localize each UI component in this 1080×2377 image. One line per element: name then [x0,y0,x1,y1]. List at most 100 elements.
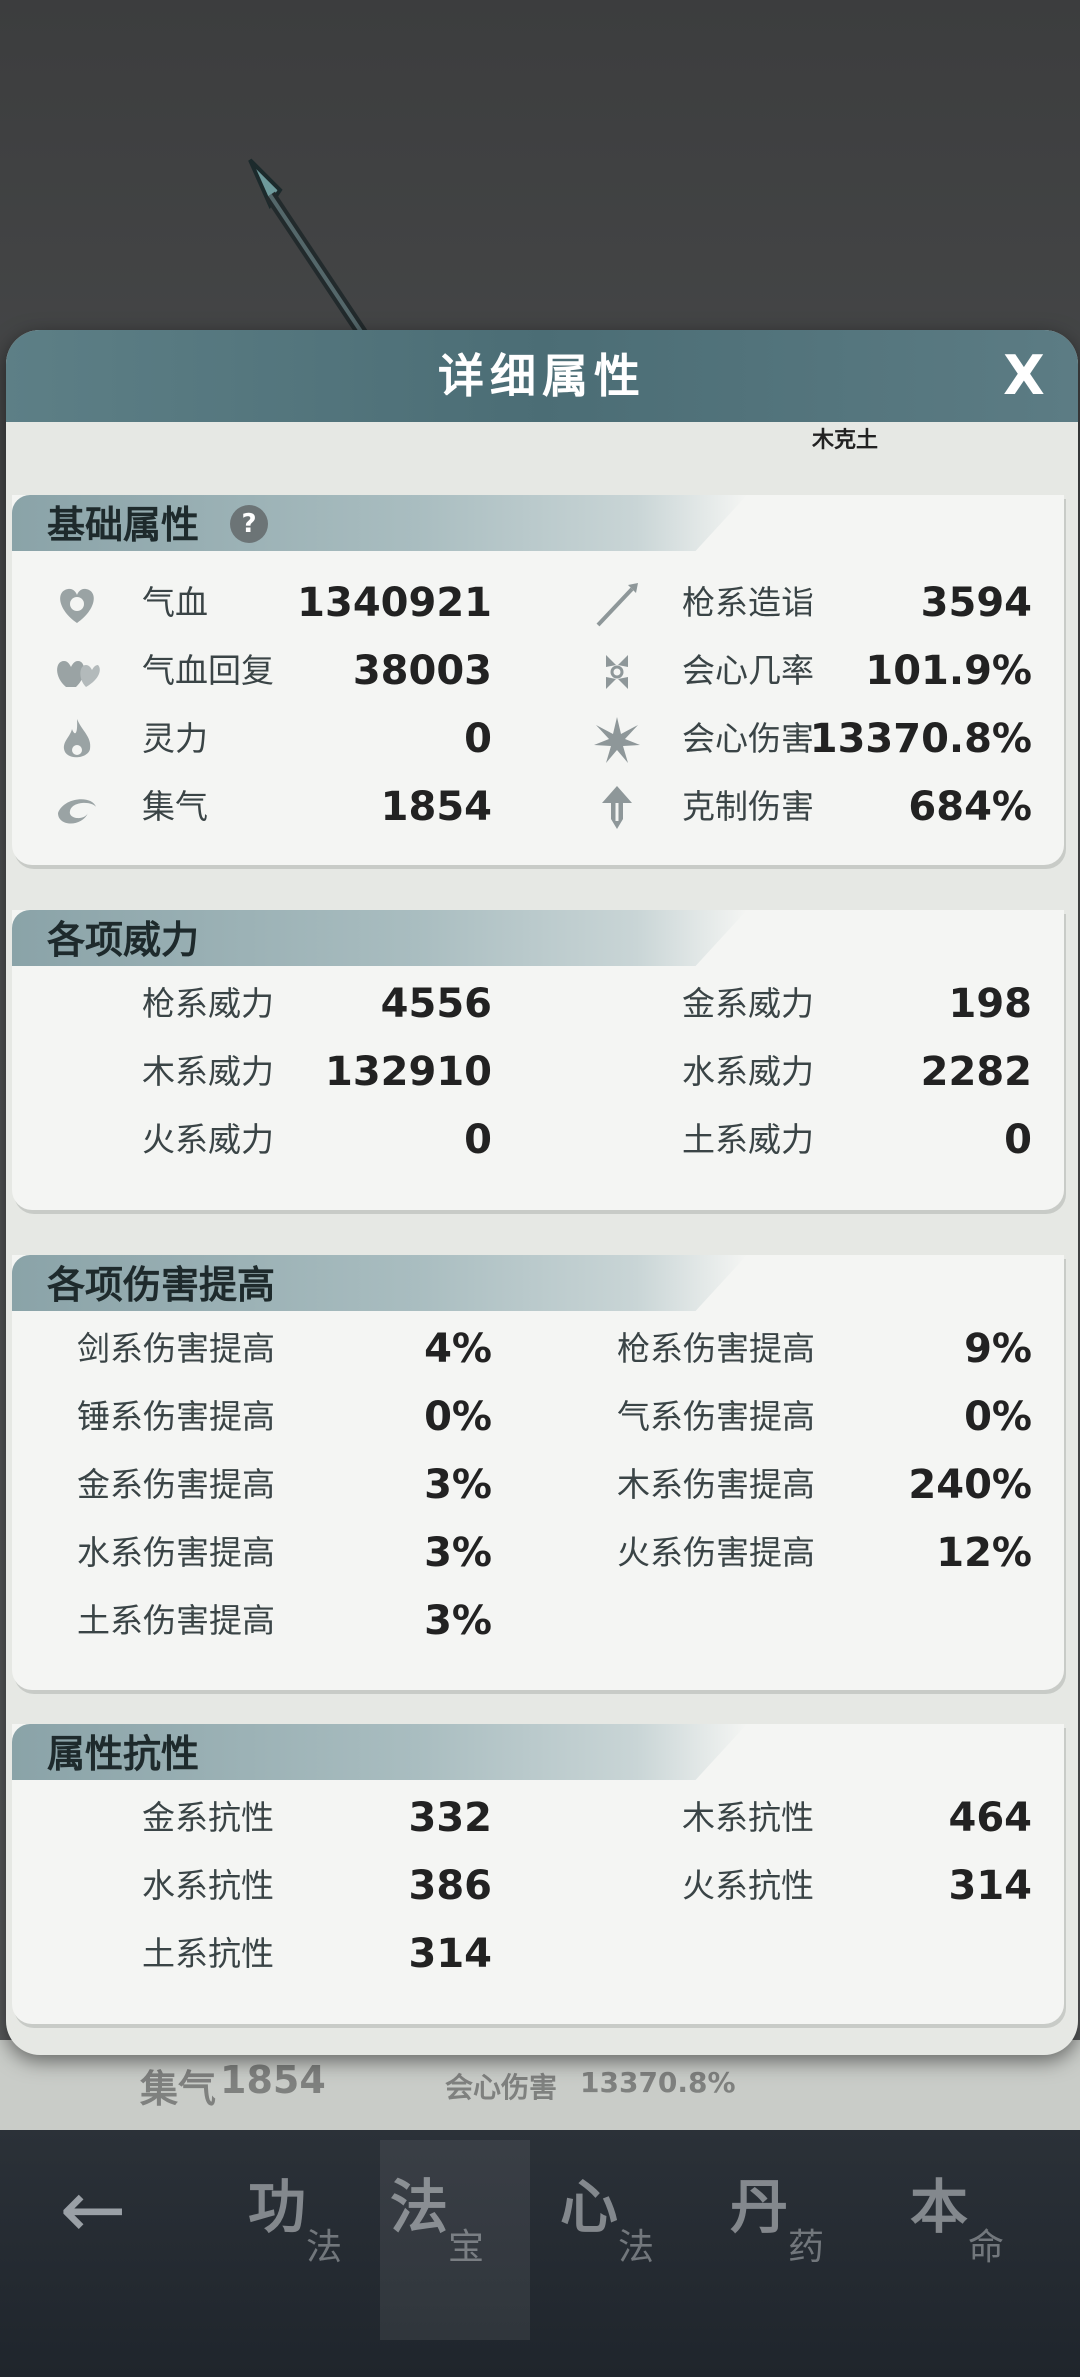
stat-row: 金系伤害提高 3% [12,1455,492,1515]
stat-row: 会心伤害 13370.8% [552,709,1032,769]
nav-tab-丹[interactable]: 丹药 [720,2140,870,2340]
stat-label: 水系伤害提高 [77,1533,275,1572]
nav-tab-sub-char: 法 [306,2227,343,2268]
stat-value: 240% [908,1462,1032,1508]
help-icon[interactable]: ? [230,505,268,543]
stat-row: 火系伤害提高 12% [552,1523,1032,1583]
stat-label: 枪系造诣 [682,583,814,622]
stat-value: 3594 [920,580,1032,626]
stat-value: 0% [964,1394,1032,1440]
stat-row: 火系抗性 314 [552,1856,1032,1916]
nav-tab-法[interactable]: 法宝 [380,2140,530,2340]
ghost-label: 集气 [140,2067,217,2111]
stat-label: 木系抗性 [682,1798,814,1837]
stat-row: 会心几率 101.9% [552,641,1032,701]
nav-tab-main-char: 心 [560,2173,619,2241]
stat-value: 2282 [920,1049,1032,1095]
stat-label: 木系伤害提高 [617,1465,815,1504]
stat-value: 3% [424,1598,492,1644]
stat-label: 火系伤害提高 [617,1533,815,1572]
stat-label: 土系抗性 [142,1934,274,1973]
heart-regen-icon [52,647,102,697]
stat-value: 38003 [352,648,492,694]
nav-tab-功[interactable]: 功法 [238,2140,388,2340]
stat-row: 金系威力 198 [552,974,1032,1034]
ghost-value: 1854 [220,2058,326,2102]
stat-value: 132910 [325,1049,492,1095]
stat-value: 198 [948,981,1033,1027]
stat-label: 土系威力 [682,1120,814,1159]
nav-tab-sub-char: 药 [788,2227,825,2268]
stat-value: 1854 [380,784,492,830]
stat-row: 枪系造诣 3594 [552,573,1032,633]
stat-row: 火系威力 0 [12,1110,492,1170]
stat-row: 水系抗性 386 [12,1856,492,1916]
back-arrow-icon[interactable]: ← [48,2165,138,2255]
section-resistance: 属性抗性 金系抗性 332 水系抗性 386 土系抗性 314 木系抗性 464 火系抗性 314 [12,1724,1064,2024]
stat-label: 金系伤害提高 [77,1465,275,1504]
stat-label: 气系伤害提高 [617,1397,815,1436]
stat-value: 314 [408,1931,493,1977]
stat-row: 木系抗性 464 [552,1788,1032,1848]
stat-label: 金系威力 [682,984,814,1023]
section-basic-attributes: 基础属性 ? 气血 1340921 气血回复 38003 灵力 0 集气 1854 枪系造诣 35… [12,495,1064,865]
stat-row: 木系威力 132910 [12,1042,492,1102]
stat-row: 土系伤害提高 3% [12,1591,492,1651]
flame-icon [52,715,102,765]
nav-tab-sub-char: 法 [618,2227,655,2268]
stat-label: 会心伤害 [682,719,814,758]
crit-rate-icon [592,647,642,697]
nav-tab-心[interactable]: 心法 [550,2140,700,2340]
stat-row: 土系威力 0 [552,1110,1032,1170]
stat-row: 集气 1854 [12,777,492,837]
stat-label: 水系威力 [682,1052,814,1091]
ghost-label-2: 会心伤害 [445,2071,558,2104]
nav-tab-本[interactable]: 本命 [900,2140,1050,2340]
spear-artwork [248,158,375,349]
stat-label: 气血回复 [142,651,274,690]
section-title: 属性抗性 [47,1732,200,1776]
counter-arrow-icon [592,783,642,833]
stat-row: 灵力 0 [12,709,492,769]
stat-row: 土系抗性 314 [12,1924,492,1984]
close-button[interactable]: X [990,342,1058,410]
stat-row: 气血回复 38003 [12,641,492,701]
counter-note: 木克土 [812,428,879,453]
section-title: 各项伤害提高 [47,1263,276,1307]
stat-row: 水系威力 2282 [552,1042,1032,1102]
section-title: 各项威力 [47,918,200,962]
stat-value: 1340921 [297,580,492,626]
stat-label: 水系抗性 [142,1866,274,1905]
stat-value: 314 [948,1863,1033,1909]
stat-label: 锤系伤害提高 [77,1397,275,1436]
stat-row: 锤系伤害提高 0% [12,1387,492,1447]
stat-value: 3% [424,1462,492,1508]
stat-value: 12% [936,1530,1032,1576]
stat-label: 会心几率 [682,651,814,690]
section-power: 各项威力 枪系威力 4556 木系威力 132910 火系威力 0 金系威力 198 水系威力 2… [12,910,1064,1210]
nav-tab-sub-char: 宝 [448,2227,485,2268]
stat-label: 火系抗性 [682,1866,814,1905]
stat-row: 气系伤害提高 0% [552,1387,1032,1447]
stat-value: 13370.8% [809,716,1032,762]
burst-icon [592,715,642,765]
stat-row: 枪系威力 4556 [12,974,492,1034]
stat-value: 684% [908,784,1032,830]
nav-tab-main-char: 丹 [730,2173,789,2241]
nav-tab-main-char: 法 [390,2173,449,2241]
stat-label: 气血 [142,583,208,622]
attribute-dialog: 详细属性 X 木克土 基础属性 ? 气血 1340921 气血回复 38003 灵力 0 集… [6,330,1078,2055]
stat-value: 101.9% [865,648,1032,694]
stat-row: 克制伤害 684% [552,777,1032,837]
stat-row: 剑系伤害提高 4% [12,1319,492,1379]
stat-label: 集气 [142,787,208,826]
stat-label: 剑系伤害提高 [77,1329,275,1368]
stat-value: 464 [948,1795,1033,1841]
stat-row: 枪系伤害提高 9% [552,1319,1032,1379]
nav-tab-sub-char: 命 [968,2227,1005,2268]
stat-value: 0 [464,716,492,762]
stat-value: 0% [424,1394,492,1440]
stat-label: 木系威力 [142,1052,274,1091]
stat-label: 土系伤害提高 [77,1601,275,1640]
stat-row: 木系伤害提高 240% [552,1455,1032,1515]
